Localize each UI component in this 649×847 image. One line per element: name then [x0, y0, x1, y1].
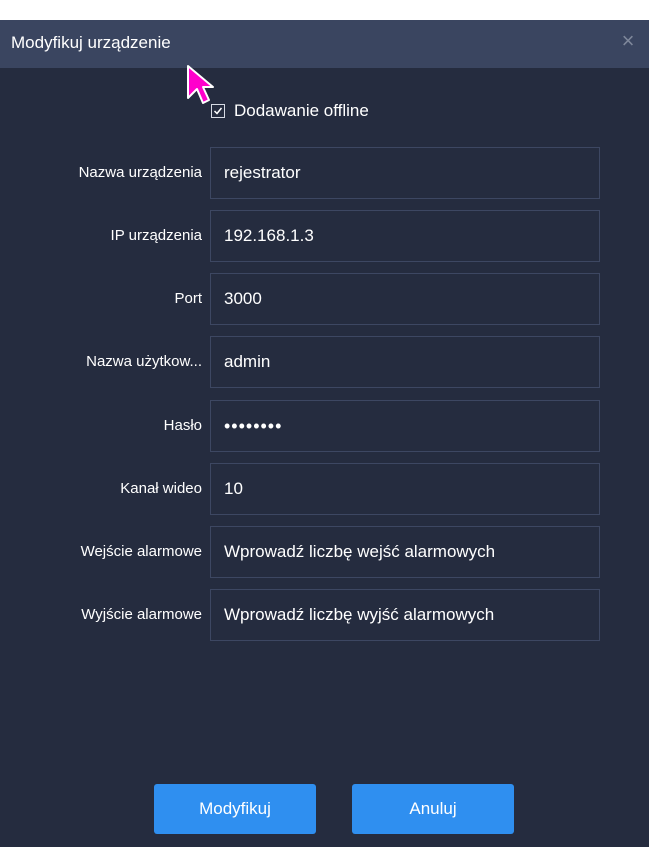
port-input[interactable]: 3000 — [210, 273, 600, 325]
device-name-input[interactable]: rejestrator — [210, 147, 600, 199]
alarm-output-field[interactable]: Wprowadź liczbę wyjść alarmowych — [210, 589, 600, 641]
dialog-titlebar: Modyfikuj urządzenie × — [0, 20, 649, 68]
device-ip-label: IP urządzenia — [110, 227, 202, 244]
port-label: Port — [174, 290, 202, 307]
password-label: Hasło — [163, 417, 202, 434]
password-input[interactable]: •••••••• — [210, 400, 600, 452]
modify-device-dialog: Modyfikuj urządzenie × Dodawanie offline… — [0, 0, 649, 847]
alarm-input-label: Wejście alarmowe — [80, 543, 202, 560]
alarm-input-field[interactable]: Wprowadź liczbę wejść alarmowych — [210, 526, 600, 578]
cancel-button[interactable]: Anuluj — [352, 784, 514, 834]
mouse-pointer-icon — [187, 65, 214, 104]
video-channel-input[interactable]: 10 — [210, 463, 600, 515]
offline-add-label: Dodawanie offline — [234, 101, 369, 120]
checkbox-checked-icon[interactable] — [211, 104, 225, 118]
offline-add-checkbox[interactable]: Dodawanie offline — [211, 101, 369, 121]
device-name-label: Nazwa urządzenia — [78, 164, 202, 181]
alarm-output-label: Wyjście alarmowe — [81, 606, 202, 623]
device-ip-input[interactable]: 192.168.1.3 — [210, 210, 600, 262]
username-label: Nazwa użytkow... — [86, 353, 202, 370]
close-icon[interactable]: × — [615, 28, 641, 54]
modify-button[interactable]: Modyfikuj — [154, 784, 316, 834]
dialog-title: Modyfikuj urządzenie — [11, 33, 171, 52]
video-channel-label: Kanał wideo — [120, 480, 202, 497]
top-background-strip — [0, 0, 649, 20]
password-masked-value: •••••••• — [224, 415, 283, 436]
username-input[interactable]: admin — [210, 336, 600, 388]
